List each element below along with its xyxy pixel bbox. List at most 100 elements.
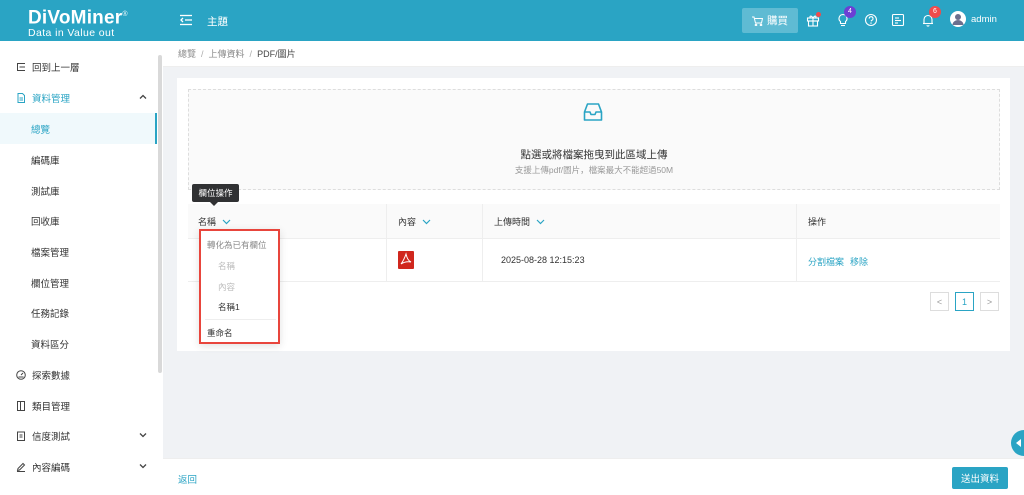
sidebar-item-overview[interactable]: 總覽 <box>0 113 157 144</box>
avatar[interactable] <box>950 11 966 27</box>
upload-time-cell: 2025-08-28 12:15:23 <box>501 255 585 265</box>
dropdown-divider <box>205 319 276 320</box>
idea-button[interactable]: 4 <box>836 6 856 27</box>
screen-icon <box>891 13 905 27</box>
book-icon <box>17 400 25 411</box>
sidebar-item-label: 信度測試 <box>32 431 71 443</box>
sidebar-item-content-coding[interactable]: 內容編碼 <box>0 451 157 482</box>
sidebar-item-task-log[interactable]: 任務記錄 <box>0 297 157 328</box>
column-label: 名稱 <box>198 217 217 227</box>
sidebar-item-recycle-bin[interactable]: 回收庫 <box>0 205 157 236</box>
sidebar-item-label: 編碼庫 <box>31 155 60 167</box>
top-header: DiVoMiner® Data in Value out 主題 購買 4 6 a… <box>0 0 1024 41</box>
bottom-bar <box>163 458 1024 495</box>
clipboard-icon <box>17 431 25 441</box>
sidebar-item-field-management[interactable]: 欄位管理 <box>0 267 157 298</box>
column-action-tooltip: 欄位操作 <box>192 184 239 206</box>
brand-mark: ® <box>122 11 128 18</box>
sidebar-scrollbar[interactable] <box>158 55 162 373</box>
dropdown-option-content: 內容 <box>218 282 236 292</box>
sidebar-item-label: 任務記錄 <box>31 308 70 320</box>
column-label: 內容 <box>398 217 417 227</box>
user-avatar-icon <box>952 14 964 25</box>
help-icon <box>864 13 878 27</box>
notification-button[interactable]: 6 <box>921 6 941 27</box>
sidebar: 回到上一層 資料管理 總覽 編碼庫 測試庫 回收庫 檔案管理 欄位管理 任務記錄… <box>0 41 163 495</box>
help-button[interactable] <box>864 13 878 27</box>
side-panel-toggle[interactable] <box>1011 430 1024 456</box>
cart-icon <box>752 16 763 26</box>
sidebar-item-explore-data[interactable]: 探索數據 <box>0 359 157 390</box>
gift-dot <box>816 12 821 17</box>
breadcrumb-separator: / <box>201 48 204 59</box>
chevron-down-icon[interactable] <box>222 217 231 226</box>
pagination-page[interactable]: 1 <box>955 292 974 311</box>
sidebar-item-label: 資料區分 <box>31 339 70 351</box>
brand-name: DiVoMiner <box>28 7 123 29</box>
sidebar-item-test-library[interactable]: 測試庫 <box>0 175 157 206</box>
acrobat-icon <box>400 252 412 265</box>
sidebar-item-label: 探索數據 <box>32 370 71 382</box>
logo[interactable]: DiVoMiner® Data in Value out <box>0 0 163 41</box>
upload-text: 點選或將檔案拖曳到此區域上傳 <box>520 149 668 161</box>
pdf-file-icon[interactable] <box>398 251 414 269</box>
dropdown-option-name: 名稱 <box>218 261 236 271</box>
table-row <box>188 240 1000 282</box>
buy-label: 購買 <box>767 15 788 27</box>
sidebar-item-label: 測試庫 <box>31 186 60 198</box>
return-icon <box>17 62 25 71</box>
chevron-down-icon[interactable] <box>536 217 545 226</box>
table-header: 名稱 內容 上傳時間 操作 <box>188 204 1000 239</box>
menu-toggle-icon[interactable] <box>180 14 192 26</box>
pagination-prev[interactable]: < <box>930 292 949 311</box>
split-file-link[interactable]: 分割檔案 <box>808 255 844 268</box>
sidebar-item-file-management[interactable]: 檔案管理 <box>0 236 157 267</box>
pagination-next[interactable]: > <box>980 292 999 311</box>
inbox-icon <box>583 103 603 121</box>
sidebar-item-label: 回到上一層 <box>32 62 80 74</box>
submit-data-button[interactable]: 送出資料 <box>952 467 1008 489</box>
breadcrumb-item-upload[interactable]: 上傳資料 <box>209 47 245 60</box>
breadcrumb-item-overview[interactable]: 總覽 <box>178 47 196 60</box>
column-action-dropdown: 轉化為已有欄位 名稱 內容 名稱1 重命名 <box>199 229 280 344</box>
breadcrumb-item-current: PDF/圖片 <box>257 49 296 59</box>
brand-tagline: Data in Value out <box>28 27 115 40</box>
pencil-icon <box>16 462 26 472</box>
chevron-down-icon <box>139 464 147 469</box>
sidebar-item-reliability-test[interactable]: 信度測試 <box>0 420 157 451</box>
screen-button[interactable] <box>891 13 905 27</box>
remove-link[interactable]: 移除 <box>850 255 868 268</box>
column-header-actions: 操作 <box>808 204 826 239</box>
sidebar-item-label: 內容編碼 <box>32 462 71 474</box>
notification-badge: 6 <box>929 6 941 18</box>
gauge-icon <box>16 369 26 380</box>
buy-button[interactable]: 購買 <box>742 8 798 33</box>
sidebar-item-label: 回收庫 <box>31 216 60 228</box>
sidebar-item-label: 欄位管理 <box>31 278 70 290</box>
sidebar-item-coding-library[interactable]: 編碼庫 <box>0 144 157 175</box>
chevron-down-icon[interactable] <box>422 217 431 226</box>
sidebar-item-label: 總覽 <box>31 124 51 136</box>
sidebar-item-data-management[interactable]: 資料管理 <box>0 82 157 113</box>
dropdown-option-rename[interactable]: 重命名 <box>207 327 233 339</box>
column-label: 上傳時間 <box>494 217 531 227</box>
sidebar-item-label: 資料管理 <box>32 93 71 105</box>
sidebar-item-back[interactable]: 回到上一層 <box>0 51 157 82</box>
column-header-content[interactable]: 內容 <box>398 204 431 239</box>
idea-badge: 4 <box>844 6 856 18</box>
dropdown-option-name1[interactable]: 名稱1 <box>218 301 240 313</box>
breadcrumb-separator: / <box>249 48 253 59</box>
sidebar-item-label: 類目管理 <box>32 401 71 413</box>
dropdown-section-convert: 轉化為已有欄位 <box>207 240 267 250</box>
header-title: 主題 <box>207 16 228 28</box>
user-name[interactable]: admin <box>971 14 997 25</box>
sidebar-item-category-management[interactable]: 類目管理 <box>0 390 157 421</box>
sidebar-item-data-partition[interactable]: 資料區分 <box>0 328 157 359</box>
column-header-upload-time[interactable]: 上傳時間 <box>494 204 545 239</box>
upload-hint: 支援上傳pdf/圖片，檔案最大不能超過50M <box>514 165 674 175</box>
back-link[interactable]: 返回 <box>178 472 197 486</box>
gift-button[interactable] <box>806 12 821 27</box>
document-icon <box>17 92 25 103</box>
chevron-up-icon <box>139 94 147 99</box>
column-label: 操作 <box>808 217 827 227</box>
